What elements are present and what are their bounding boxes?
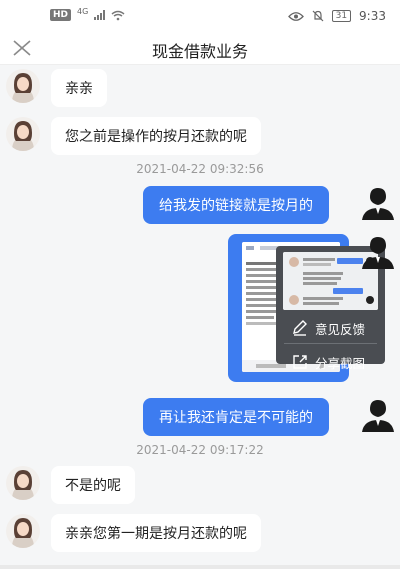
- message-bubble[interactable]: 亲亲您第一期是按月还款的呢: [51, 514, 261, 552]
- message-text: 您之前是操作的按月还款的呢: [65, 129, 247, 145]
- status-bar: HD 4G 31 9:33: [0, 0, 400, 32]
- page-title: 现金借款业务: [151, 42, 248, 61]
- signal-icon: [94, 10, 106, 20]
- message-timestamp: 2021-04-22 09:17:22: [136, 443, 264, 457]
- message-text: 再让我还肯定是不可能的: [159, 410, 313, 426]
- eye-icon: [287, 11, 304, 21]
- share-icon: [293, 355, 307, 369]
- battery-icon: 31: [331, 10, 352, 22]
- mute-icon: [312, 10, 324, 22]
- agent-avatar[interactable]: [6, 514, 40, 548]
- message-bubble[interactable]: 不是的呢: [51, 466, 135, 504]
- message-text: 不是的呢: [65, 478, 121, 494]
- wifi-icon: [111, 10, 125, 20]
- menu-item-label: 分享截图: [315, 355, 366, 371]
- agent-avatar[interactable]: [6, 117, 40, 151]
- status-left: HD 4G: [50, 6, 125, 21]
- message-timestamp: 2021-04-22 09:32:56: [136, 162, 264, 176]
- chat-area[interactable]: 亲亲 您之前是操作的按月还款的呢 2021-04-22 09:32:56 给我发…: [0, 65, 400, 569]
- message-bubble[interactable]: 再让我还肯定是不可能的: [143, 398, 329, 436]
- menu-item-feedback[interactable]: 意见反馈: [276, 315, 385, 341]
- message-bubble[interactable]: 给我发的链接就是按月的: [143, 186, 329, 224]
- user-avatar[interactable]: [360, 184, 396, 220]
- user-avatar[interactable]: [360, 233, 396, 269]
- message-bubble[interactable]: 您之前是操作的按月还款的呢: [51, 117, 261, 155]
- pen-icon: [293, 320, 307, 336]
- menu-divider: [284, 343, 377, 344]
- header: 现金借款业务: [0, 32, 400, 65]
- bottom-bar: [0, 565, 400, 569]
- hd-badge: HD: [50, 9, 72, 21]
- message-text: 给我发的链接就是按月的: [159, 198, 313, 214]
- status-right: 31 9:33: [287, 9, 386, 23]
- network-label: 4G: [77, 6, 89, 16]
- message-text: 亲亲: [65, 81, 93, 97]
- message-bubble[interactable]: 亲亲: [51, 69, 107, 107]
- clock: 9:33: [359, 9, 386, 23]
- menu-item-share-screenshot[interactable]: 分享截图: [276, 349, 385, 375]
- agent-avatar[interactable]: [6, 69, 40, 103]
- menu-item-label: 意见反馈: [315, 321, 366, 337]
- agent-avatar[interactable]: [6, 466, 40, 500]
- user-avatar[interactable]: [360, 396, 396, 432]
- message-text: 亲亲您第一期是按月还款的呢: [65, 526, 247, 542]
